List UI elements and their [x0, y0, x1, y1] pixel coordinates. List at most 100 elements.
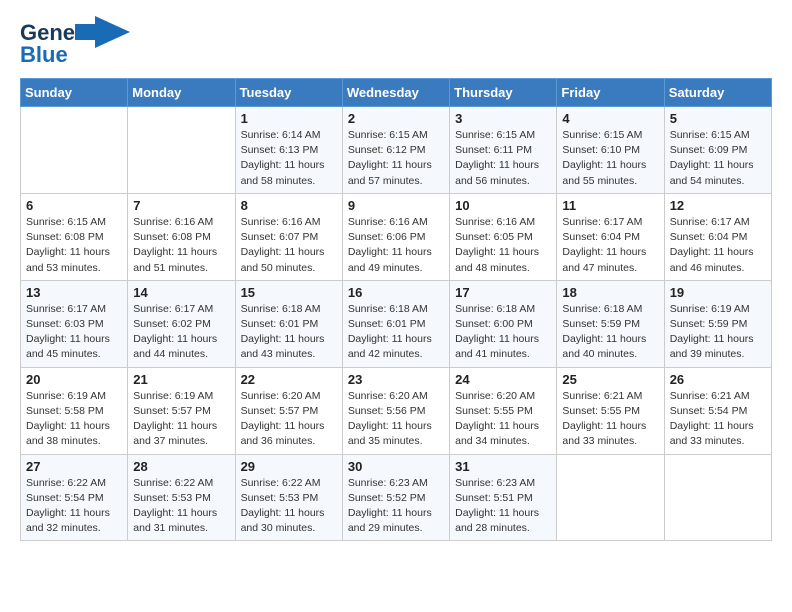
day-number: 6	[26, 198, 122, 213]
calendar-cell: 10Sunrise: 6:16 AMSunset: 6:05 PMDayligh…	[450, 193, 557, 280]
day-info: Sunrise: 6:20 AMSunset: 5:56 PMDaylight:…	[348, 389, 444, 450]
day-number: 1	[241, 111, 337, 126]
calendar-week-5: 27 Sunrise: 6:22 AMSunset: 5:54 PMDayligh…	[21, 454, 772, 541]
day-number: 3	[455, 111, 551, 126]
day-info: Sunrise: 6:22 AMSunset: 5:53 PMDaylight:…	[133, 476, 229, 537]
calendar-header: SundayMondayTuesdayWednesdayThursdayFrid…	[21, 79, 772, 107]
calendar-cell: 23 Sunrise: 6:20 AMSunset: 5:56 PMDayligh…	[342, 367, 449, 454]
day-number: 29	[241, 459, 337, 474]
day-number: 18	[562, 285, 658, 300]
calendar-cell: 25Sunrise: 6:21 AMSunset: 5:55 PMDayligh…	[557, 367, 664, 454]
day-info: Sunrise: 6:15 AMSunset: 6:11 PMDaylight:…	[455, 128, 551, 189]
calendar-week-1: 1 Sunrise: 6:14 AMSunset: 6:13 PMDaylight…	[21, 107, 772, 194]
day-info: Sunrise: 6:18 AMSunset: 6:01 PMDaylight:…	[241, 302, 337, 363]
day-info: Sunrise: 6:22 AMSunset: 5:54 PMDaylight:…	[26, 476, 122, 537]
day-number: 28	[133, 459, 229, 474]
day-number: 8	[241, 198, 337, 213]
calendar-cell: 28 Sunrise: 6:22 AMSunset: 5:53 PMDayligh…	[128, 454, 235, 541]
calendar-cell: 13 Sunrise: 6:17 AMSunset: 6:03 PMDayligh…	[21, 280, 128, 367]
day-info: Sunrise: 6:20 AMSunset: 5:55 PMDaylight:…	[455, 389, 551, 450]
day-info: Sunrise: 6:19 AMSunset: 5:59 PMDaylight:…	[670, 302, 766, 363]
calendar-week-4: 20 Sunrise: 6:19 AMSunset: 5:58 PMDayligh…	[21, 367, 772, 454]
calendar-week-3: 13 Sunrise: 6:17 AMSunset: 6:03 PMDayligh…	[21, 280, 772, 367]
day-number: 31	[455, 459, 551, 474]
weekday-header-monday: Monday	[128, 79, 235, 107]
day-number: 16	[348, 285, 444, 300]
day-info: Sunrise: 6:18 AMSunset: 6:00 PMDaylight:…	[455, 302, 551, 363]
calendar-cell: 15 Sunrise: 6:18 AMSunset: 6:01 PMDayligh…	[235, 280, 342, 367]
calendar-cell	[128, 107, 235, 194]
day-number: 27	[26, 459, 122, 474]
calendar-cell: 27 Sunrise: 6:22 AMSunset: 5:54 PMDayligh…	[21, 454, 128, 541]
calendar-cell: 2 Sunrise: 6:15 AMSunset: 6:12 PMDaylight…	[342, 107, 449, 194]
day-number: 7	[133, 198, 229, 213]
day-number: 22	[241, 372, 337, 387]
day-info: Sunrise: 6:23 AMSunset: 5:51 PMDaylight:…	[455, 476, 551, 537]
day-number: 15	[241, 285, 337, 300]
day-number: 26	[670, 372, 766, 387]
day-info: Sunrise: 6:14 AMSunset: 6:13 PMDaylight:…	[241, 128, 337, 189]
calendar-cell: 11 Sunrise: 6:17 AMSunset: 6:04 PMDayligh…	[557, 193, 664, 280]
day-number: 9	[348, 198, 444, 213]
day-number: 24	[455, 372, 551, 387]
calendar-cell: 17 Sunrise: 6:18 AMSunset: 6:00 PMDayligh…	[450, 280, 557, 367]
calendar-week-2: 6 Sunrise: 6:15 AMSunset: 6:08 PMDaylight…	[21, 193, 772, 280]
day-info: Sunrise: 6:17 AMSunset: 6:03 PMDaylight:…	[26, 302, 122, 363]
day-info: Sunrise: 6:23 AMSunset: 5:52 PMDaylight:…	[348, 476, 444, 537]
day-number: 23	[348, 372, 444, 387]
day-info: Sunrise: 6:19 AMSunset: 5:57 PMDaylight:…	[133, 389, 229, 450]
day-info: Sunrise: 6:17 AMSunset: 6:04 PMDaylight:…	[670, 215, 766, 276]
day-number: 4	[562, 111, 658, 126]
calendar-cell: 3 Sunrise: 6:15 AMSunset: 6:11 PMDaylight…	[450, 107, 557, 194]
svg-text:Blue: Blue	[20, 42, 68, 67]
calendar-cell: 1 Sunrise: 6:14 AMSunset: 6:13 PMDaylight…	[235, 107, 342, 194]
calendar-cell	[21, 107, 128, 194]
calendar-cell: 30 Sunrise: 6:23 AMSunset: 5:52 PMDayligh…	[342, 454, 449, 541]
calendar-cell: 5Sunrise: 6:15 AMSunset: 6:09 PMDaylight…	[664, 107, 771, 194]
day-info: Sunrise: 6:17 AMSunset: 6:02 PMDaylight:…	[133, 302, 229, 363]
day-info: Sunrise: 6:18 AMSunset: 6:01 PMDaylight:…	[348, 302, 444, 363]
day-number: 20	[26, 372, 122, 387]
day-info: Sunrise: 6:16 AMSunset: 6:07 PMDaylight:…	[241, 215, 337, 276]
weekday-header-friday: Friday	[557, 79, 664, 107]
calendar-cell: 22Sunrise: 6:20 AMSunset: 5:57 PMDayligh…	[235, 367, 342, 454]
day-number: 25	[562, 372, 658, 387]
day-info: Sunrise: 6:15 AMSunset: 6:09 PMDaylight:…	[670, 128, 766, 189]
logo-icon: General Blue	[20, 16, 130, 68]
calendar-cell: 14Sunrise: 6:17 AMSunset: 6:02 PMDayligh…	[128, 280, 235, 367]
weekday-header-sunday: Sunday	[21, 79, 128, 107]
weekday-header-tuesday: Tuesday	[235, 79, 342, 107]
calendar-cell: 31 Sunrise: 6:23 AMSunset: 5:51 PMDayligh…	[450, 454, 557, 541]
calendar-table: SundayMondayTuesdayWednesdayThursdayFrid…	[20, 78, 772, 541]
day-number: 19	[670, 285, 766, 300]
day-number: 30	[348, 459, 444, 474]
day-info: Sunrise: 6:15 AMSunset: 6:10 PMDaylight:…	[562, 128, 658, 189]
calendar-cell: 24 Sunrise: 6:20 AMSunset: 5:55 PMDayligh…	[450, 367, 557, 454]
day-number: 11	[562, 198, 658, 213]
calendar-cell: 19 Sunrise: 6:19 AMSunset: 5:59 PMDayligh…	[664, 280, 771, 367]
day-info: Sunrise: 6:22 AMSunset: 5:53 PMDaylight:…	[241, 476, 337, 537]
calendar-cell: 20 Sunrise: 6:19 AMSunset: 5:58 PMDayligh…	[21, 367, 128, 454]
day-info: Sunrise: 6:15 AMSunset: 6:12 PMDaylight:…	[348, 128, 444, 189]
calendar-cell: 4 Sunrise: 6:15 AMSunset: 6:10 PMDaylight…	[557, 107, 664, 194]
day-info: Sunrise: 6:16 AMSunset: 6:06 PMDaylight:…	[348, 215, 444, 276]
day-info: Sunrise: 6:19 AMSunset: 5:58 PMDaylight:…	[26, 389, 122, 450]
calendar-cell: 26 Sunrise: 6:21 AMSunset: 5:54 PMDayligh…	[664, 367, 771, 454]
day-number: 2	[348, 111, 444, 126]
day-number: 12	[670, 198, 766, 213]
weekday-header-thursday: Thursday	[450, 79, 557, 107]
day-info: Sunrise: 6:21 AMSunset: 5:54 PMDaylight:…	[670, 389, 766, 450]
calendar-cell: 29 Sunrise: 6:22 AMSunset: 5:53 PMDayligh…	[235, 454, 342, 541]
calendar-cell: 6 Sunrise: 6:15 AMSunset: 6:08 PMDaylight…	[21, 193, 128, 280]
calendar-cell: 9 Sunrise: 6:16 AMSunset: 6:06 PMDaylight…	[342, 193, 449, 280]
day-number: 13	[26, 285, 122, 300]
day-number: 17	[455, 285, 551, 300]
day-info: Sunrise: 6:16 AMSunset: 6:08 PMDaylight:…	[133, 215, 229, 276]
calendar-cell: 21Sunrise: 6:19 AMSunset: 5:57 PMDayligh…	[128, 367, 235, 454]
day-info: Sunrise: 6:17 AMSunset: 6:04 PMDaylight:…	[562, 215, 658, 276]
weekday-header-saturday: Saturday	[664, 79, 771, 107]
day-info: Sunrise: 6:18 AMSunset: 5:59 PMDaylight:…	[562, 302, 658, 363]
day-info: Sunrise: 6:15 AMSunset: 6:08 PMDaylight:…	[26, 215, 122, 276]
calendar-cell: 12 Sunrise: 6:17 AMSunset: 6:04 PMDayligh…	[664, 193, 771, 280]
page-header: General Blue	[20, 16, 772, 68]
